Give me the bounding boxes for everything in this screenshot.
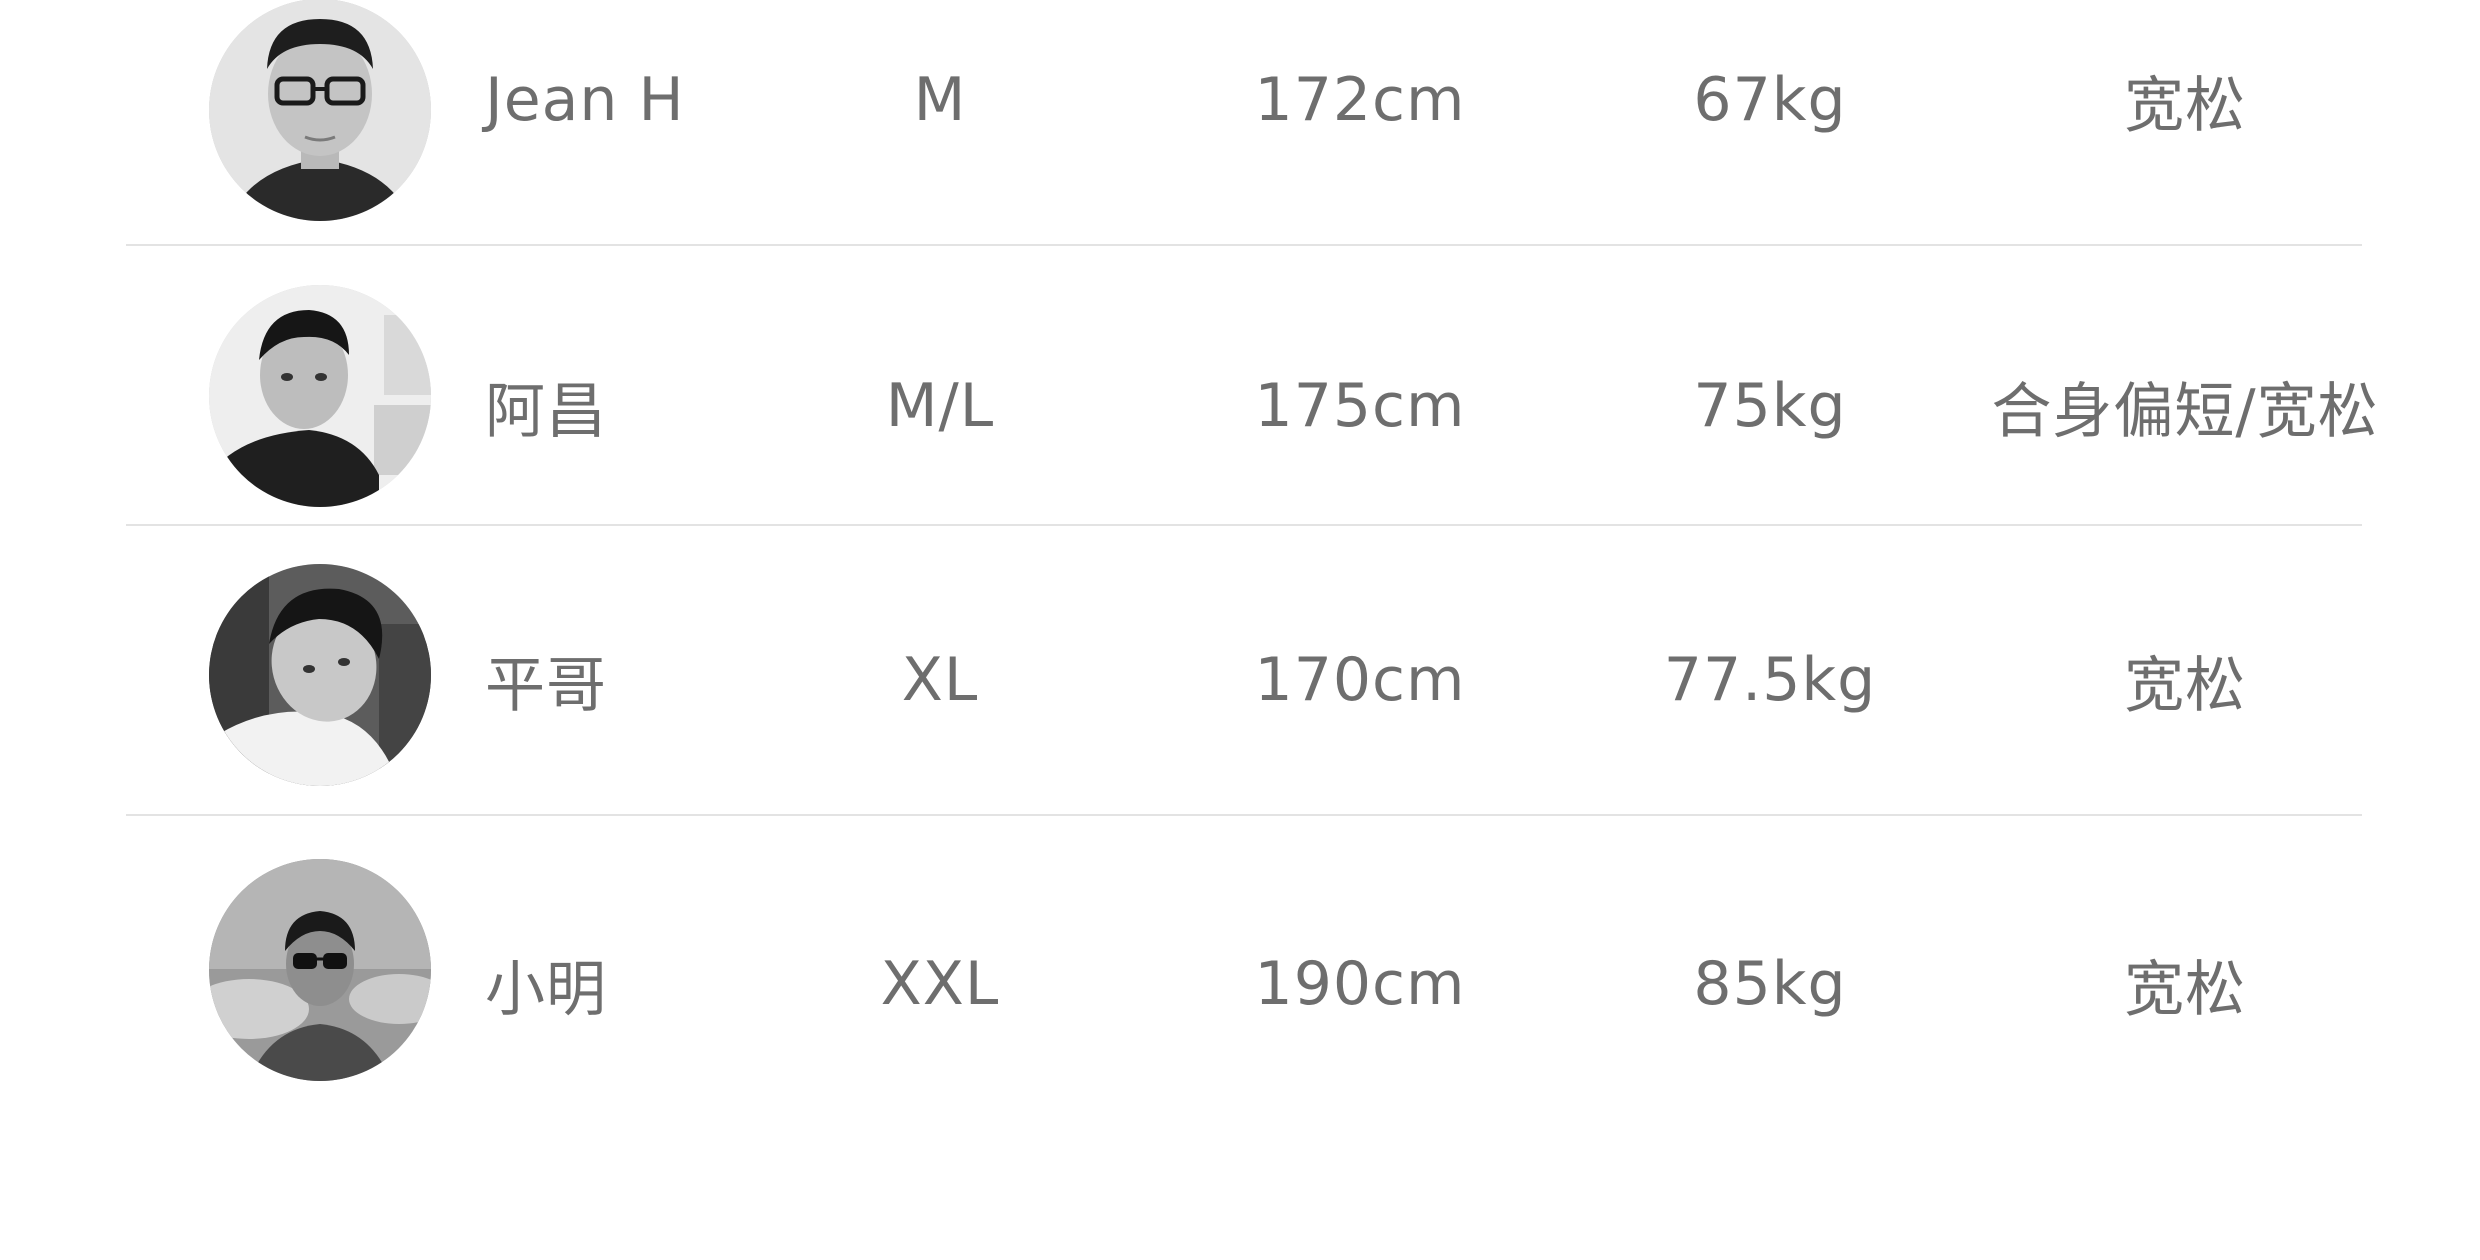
- avatar-man-white-shirt-icon: [209, 564, 431, 786]
- member-size: XL: [901, 645, 979, 715]
- member-height: 190cm: [1254, 949, 1466, 1019]
- member-name: Jean H: [485, 65, 685, 135]
- member-name: 小明: [485, 954, 607, 1025]
- member-name: 阿昌: [485, 376, 607, 447]
- avatar: [209, 564, 431, 786]
- table-row: 小明 XXL 190cm 85kg 宽松: [0, 836, 2480, 1081]
- member-height: 170cm: [1254, 645, 1466, 715]
- member-size: XXL: [880, 949, 1000, 1019]
- member-height: 175cm: [1254, 371, 1466, 441]
- row-divider: [126, 814, 2362, 816]
- member-name: 平哥: [485, 650, 607, 721]
- table-row: 平哥 XL 170cm 77.5kg 宽松: [0, 550, 2480, 790]
- avatar: [209, 859, 431, 1081]
- avatar-man-sunglasses-outdoor-icon: [209, 859, 431, 1081]
- member-size: M/L: [885, 371, 995, 441]
- row-divider: [126, 244, 2362, 246]
- table-row: Jean H M 172cm 67kg 宽松: [0, 0, 2480, 240]
- avatar-man-dark-jacket-icon: [209, 285, 431, 507]
- row-divider: [126, 524, 2362, 526]
- member-weight: 67kg: [1693, 65, 1847, 135]
- member-fit: 宽松: [2124, 70, 2246, 141]
- member-weight: 85kg: [1693, 949, 1847, 1019]
- member-fit: 宽松: [2124, 650, 2246, 721]
- member-weight: 77.5kg: [1663, 645, 1877, 715]
- table-row: 阿昌 M/L 175cm 75kg 合身偏短/宽松: [0, 266, 2480, 507]
- avatar: [209, 285, 431, 507]
- avatar: [209, 0, 431, 221]
- member-fit: 宽松: [2124, 954, 2246, 1025]
- avatar-man-glasses-icon: [209, 0, 431, 221]
- member-height: 172cm: [1254, 65, 1466, 135]
- member-fit: 合身偏短/宽松: [1991, 376, 2379, 447]
- member-size: M: [913, 65, 967, 135]
- member-weight: 75kg: [1693, 371, 1847, 441]
